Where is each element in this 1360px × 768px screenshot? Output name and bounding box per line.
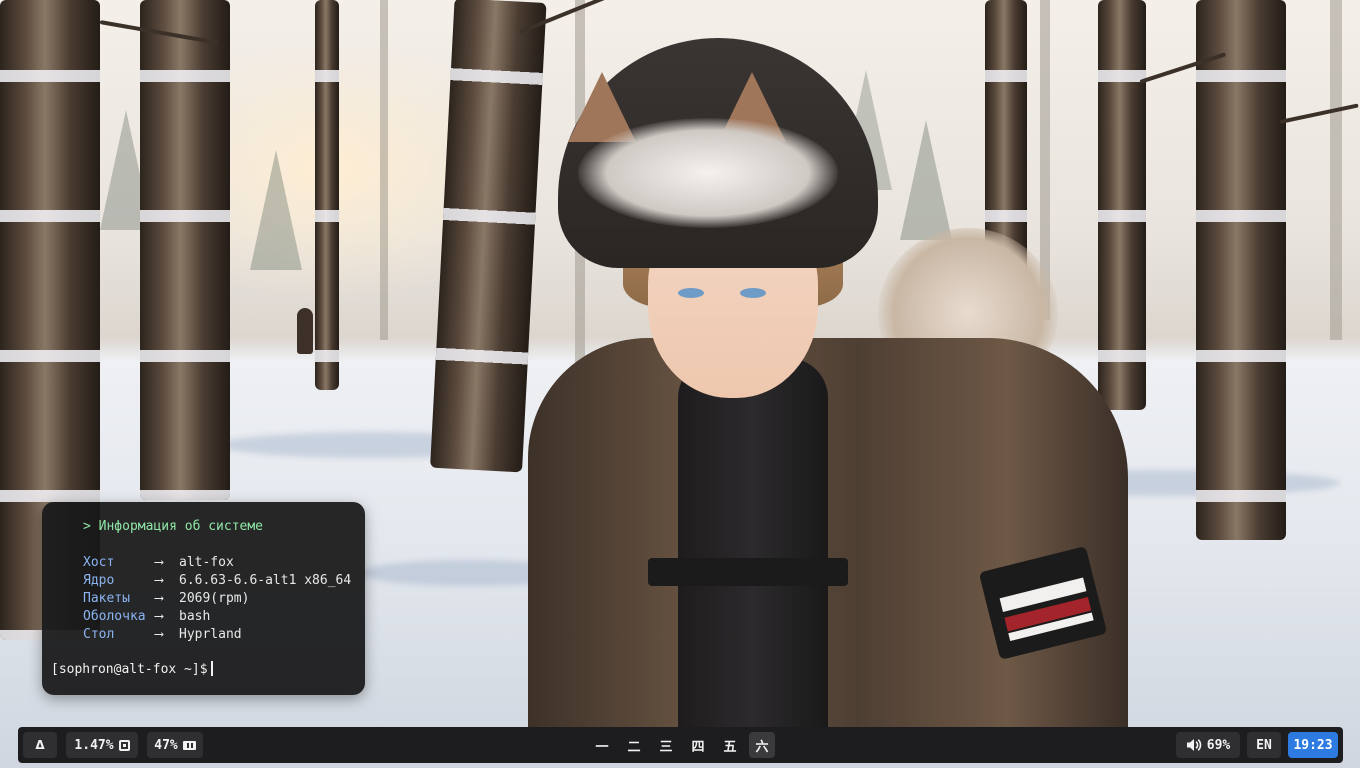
volume-value: 69%	[1206, 737, 1231, 753]
workspace-5-button[interactable]: 五	[717, 732, 743, 758]
info-row-kernel: Ядро ⟶ 6.6.63-6.6-alt1 x86_64	[83, 572, 351, 590]
cpu-icon	[118, 739, 130, 751]
info-value: 2069(rpm)	[179, 591, 250, 606]
info-row-packages: Пакеты ⟶ 2069(rpm)	[83, 590, 351, 608]
info-row-host: Хост ⟶ alt-fox	[83, 554, 351, 572]
info-key: Стол	[83, 627, 115, 642]
memory-usage-module[interactable]: 47%	[147, 732, 203, 758]
workspace-3-button[interactable]: 三	[653, 732, 679, 758]
info-value: 6.6.63-6.6-alt1 x86_64	[179, 573, 352, 588]
workspace-switcher: 一 二 三 四 五 六	[589, 732, 775, 758]
info-key: Пакеты	[83, 591, 130, 606]
info-value: alt-fox	[179, 555, 234, 570]
clock-module[interactable]: 19:23	[1288, 732, 1338, 758]
volume-module[interactable]: 69%	[1176, 732, 1240, 758]
cpu-usage-value: 1.47%	[74, 737, 114, 753]
info-value: bash	[179, 609, 211, 624]
status-bar: Δ 1.47% 47% 一 二 三 四 五 六 69% EN 19:23	[18, 727, 1343, 763]
arrow-icon: ⟶	[155, 555, 163, 570]
clock-time: 19:23	[1293, 737, 1333, 753]
keyboard-layout-indicator[interactable]: EN	[1247, 732, 1281, 758]
terminal-window[interactable]: > Информация об системе Хост ⟶ alt-fox Ядр…	[42, 502, 365, 695]
memory-usage-value: 47%	[154, 737, 178, 753]
bar-right-modules: 69% EN 19:23	[1176, 732, 1338, 758]
arrow-icon: ⟶	[155, 627, 163, 642]
arrow-icon: ⟶	[155, 609, 163, 624]
system-info-header: > Информация об системе	[83, 519, 264, 534]
info-row-desktop: Стол ⟶ Hyprland	[83, 626, 351, 644]
cpu-usage-module[interactable]: 1.47%	[66, 732, 138, 758]
arrow-icon: ⟶	[155, 591, 163, 606]
memory-icon	[182, 740, 196, 750]
arrow-icon: ⟶	[155, 573, 163, 588]
info-key: Оболочка	[83, 609, 146, 624]
launcher-button[interactable]: Δ	[23, 732, 57, 758]
speaker-icon	[1186, 738, 1202, 752]
shell-prompt[interactable]: [sophron@alt-fox ~]$	[51, 661, 213, 679]
text-cursor	[210, 661, 213, 676]
bar-left-modules: Δ 1.47% 47%	[23, 732, 203, 758]
info-row-shell: Оболочка ⟶ bash	[83, 608, 351, 626]
info-key: Хост	[83, 555, 115, 570]
info-key: Ядро	[83, 573, 115, 588]
workspace-1-button[interactable]: 一	[589, 732, 615, 758]
info-value: Hyprland	[179, 627, 242, 642]
prompt-text: [sophron@alt-fox ~]$	[51, 662, 208, 677]
workspace-2-button[interactable]: 二	[621, 732, 647, 758]
launcher-icon: Δ	[35, 738, 45, 752]
system-info-list: Хост ⟶ alt-fox Ядро ⟶ 6.6.63-6.6-alt1 x86_64…	[83, 554, 351, 644]
workspace-6-button[interactable]: 六	[749, 732, 775, 758]
keyboard-layout-label: EN	[1256, 737, 1272, 753]
workspace-4-button[interactable]: 四	[685, 732, 711, 758]
